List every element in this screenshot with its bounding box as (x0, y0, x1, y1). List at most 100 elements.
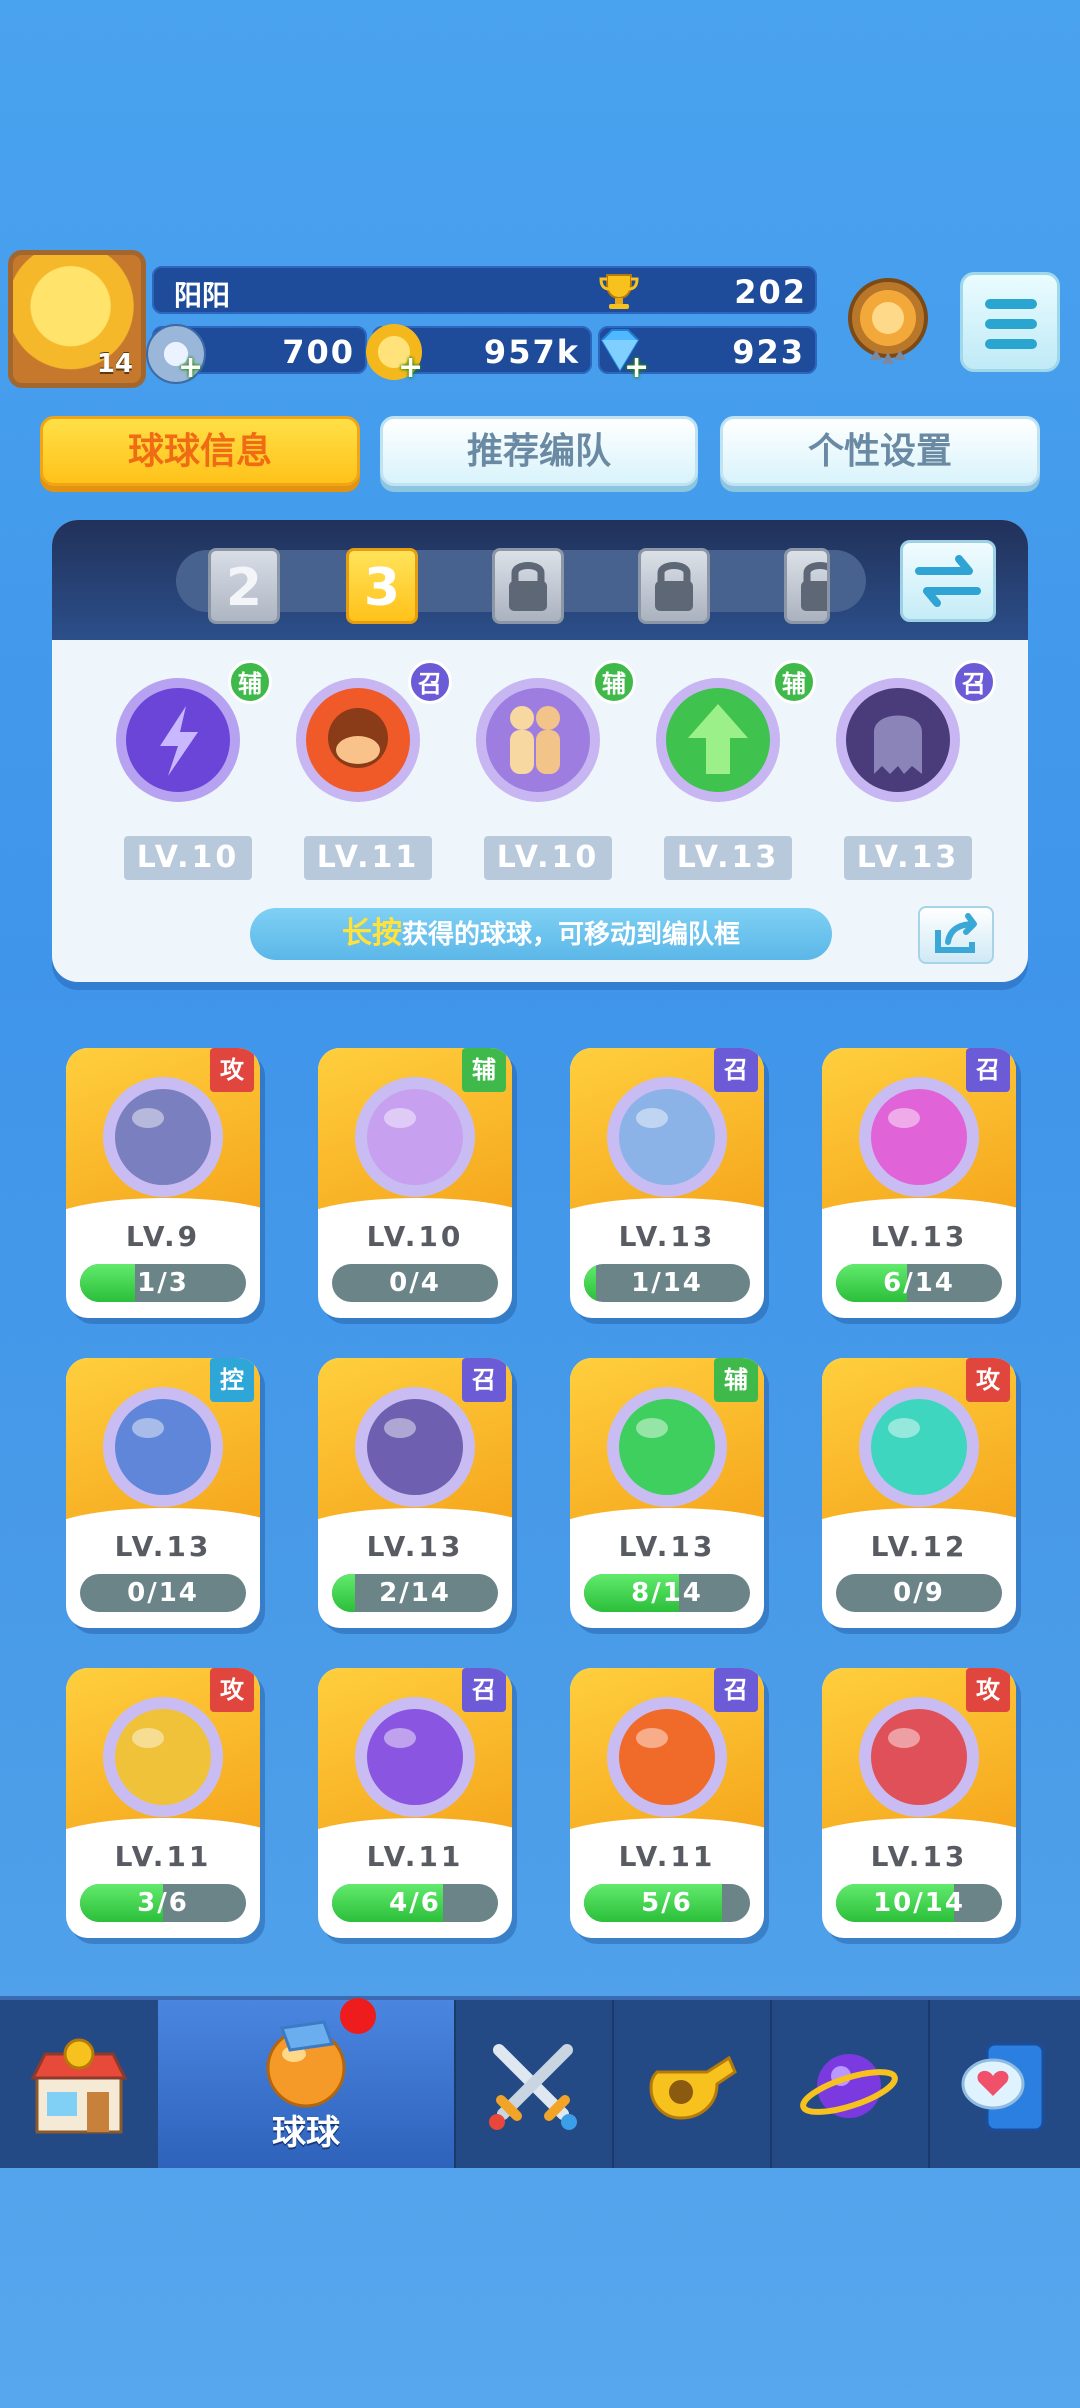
trophy-icon (599, 274, 639, 309)
ball-type-tag: 控 (210, 1358, 254, 1402)
progress-text: 6/14 (883, 1268, 955, 1298)
player-name: 阳阳 (174, 279, 231, 312)
monkey-ball-icon[interactable] (288, 668, 428, 808)
hint-text: 获得的球球，可移动到编队框 (401, 920, 740, 950)
coins-value: 957k (483, 333, 580, 371)
upgrade-progress-bar: 2/14 (332, 1574, 498, 1612)
notification-dot (340, 1998, 376, 2034)
player-level: 14 (96, 349, 133, 379)
add-gems-icon[interactable]: + (624, 350, 649, 385)
ball-core (619, 1399, 715, 1495)
menu-icon-bar (985, 319, 1037, 329)
ball-type-tag: 召 (966, 1048, 1010, 1092)
gems-counter[interactable]: + 923 (598, 326, 817, 385)
ball-card[interactable]: 召 LV.13 6/14 (822, 1048, 1016, 1318)
player-avatar[interactable]: 14 (8, 250, 146, 388)
ball-level: LV.13 (870, 1840, 968, 1873)
ball-level: LV.13 (618, 1530, 716, 1563)
progress-text: 0/14 (127, 1578, 199, 1608)
tab-ball-info[interactable]: 球球信息 (40, 416, 360, 486)
long-press-hint: 长按获得的球球，可移动到编队框 (250, 908, 832, 960)
team-slot-2[interactable]: 2 (208, 548, 280, 624)
ball-level: LV.9 (125, 1220, 201, 1253)
ball-core (367, 1089, 463, 1185)
ball-level: LV.11 (618, 1840, 716, 1873)
ball-card[interactable]: 辅 LV.10 0/4 (318, 1048, 512, 1318)
ball-card[interactable]: 召 LV.13 2/14 (318, 1358, 512, 1628)
progress-text: 3/6 (137, 1888, 189, 1918)
hint-highlight: 长按 (341, 916, 402, 951)
ball-level: LV.13 (366, 1530, 464, 1563)
ball-type-tag: 攻 (210, 1668, 254, 1712)
ball-core (619, 1089, 715, 1185)
team-panel: 2 3 辅 LV.10 召 LV.11 辅 LV.10 辅 LV.13 召 LV… (52, 520, 1028, 982)
ball-card[interactable]: 控 LV.13 0/14 (66, 1358, 260, 1628)
upgrade-progress-bar: 0/14 (80, 1574, 246, 1612)
add-stamina-icon[interactable]: + (178, 350, 203, 385)
swap-team-button[interactable] (900, 540, 996, 622)
team-slot-3[interactable]: 3 (346, 548, 418, 624)
ball-card[interactable]: 召 LV.13 1/14 (570, 1048, 764, 1318)
stamina-counter[interactable]: + 700 (146, 324, 367, 385)
nav-battle[interactable] (454, 2000, 614, 2168)
upgrade-progress-bar: 3/6 (80, 1884, 246, 1922)
ball-type-tag: 攻 (966, 1668, 1010, 1712)
ghost-ball-icon[interactable] (828, 668, 968, 808)
battle-swords-icon (489, 2044, 577, 2130)
tab-recommended-team[interactable]: 推荐编队 (380, 416, 698, 486)
progress-text: 2/14 (379, 1578, 451, 1608)
bottom-nav: 球球 (0, 1996, 1080, 2168)
chat-heart-icon (961, 2042, 1045, 2132)
team-slot-locked[interactable] (638, 548, 710, 624)
team-ball-5-tag: 召 (952, 660, 996, 704)
menu-button[interactable] (960, 272, 1060, 372)
team-slot-locked[interactable] (784, 548, 830, 624)
nav-shop[interactable] (0, 2000, 160, 2168)
team-ball-3-level: LV.10 (484, 836, 612, 880)
nav-balls[interactable]: 球球 (158, 1998, 456, 2168)
team-ball-4-tag: 辅 (772, 660, 816, 704)
team-slot-locked[interactable] (492, 548, 564, 624)
ball-card[interactable]: 攻 LV.13 10/14 (822, 1668, 1016, 1938)
upgrade-progress-bar: 0/4 (332, 1264, 498, 1302)
arrow-up-ball-icon[interactable] (648, 668, 788, 808)
shop-icon (30, 2038, 128, 2134)
swap-arrows-icon (915, 555, 981, 607)
nav-chat[interactable] (928, 2000, 1080, 2168)
coins-counter[interactable]: + 957k (366, 324, 592, 385)
lock-icon (509, 562, 547, 611)
ball-level: LV.13 (870, 1220, 968, 1253)
progress-text: 10/14 (873, 1888, 965, 1918)
menu-icon-bar (985, 339, 1037, 349)
nav-whistle[interactable] (612, 2000, 772, 2168)
trophy-count: 202 (734, 273, 807, 311)
team-ball-3-tag: 辅 (592, 660, 636, 704)
ball-type-tag: 辅 (462, 1048, 506, 1092)
progress-text: 1/3 (137, 1268, 189, 1298)
ball-type-tag: 召 (462, 1668, 506, 1712)
ball-card[interactable]: 攻 LV.11 3/6 (66, 1668, 260, 1938)
ball-card[interactable]: 召 LV.11 4/6 (318, 1668, 512, 1938)
upgrade-progress-bar: 0/9 (836, 1574, 1002, 1612)
ball-card[interactable]: 攻 LV.9 1/3 (66, 1048, 260, 1318)
ball-card[interactable]: 辅 LV.13 8/14 (570, 1358, 764, 1628)
lock-icon (801, 562, 827, 611)
player-info-bar: 阳阳 202 (152, 266, 817, 314)
crowd-ball-icon[interactable] (468, 668, 608, 808)
ball-core (871, 1399, 967, 1495)
lightning-ball-icon[interactable] (108, 668, 248, 808)
share-button[interactable] (918, 906, 994, 964)
ball-core (367, 1709, 463, 1805)
ball-card[interactable]: 召 LV.11 5/6 (570, 1668, 764, 1938)
tab-personal-settings[interactable]: 个性设置 (720, 416, 1040, 486)
ball-level: LV.10 (366, 1220, 464, 1253)
team-slot-bar: 2 3 (52, 520, 1028, 640)
ball-card[interactable]: 攻 LV.12 0/9 (822, 1358, 1016, 1628)
nav-planet[interactable] (770, 2000, 930, 2168)
ball-core (619, 1709, 715, 1805)
add-coins-icon[interactable]: + (398, 350, 423, 385)
planet-icon (800, 2054, 898, 2118)
rank-badge-icon[interactable] (840, 272, 936, 376)
ball-core (871, 1709, 967, 1805)
upgrade-progress-bar: 4/6 (332, 1884, 498, 1922)
